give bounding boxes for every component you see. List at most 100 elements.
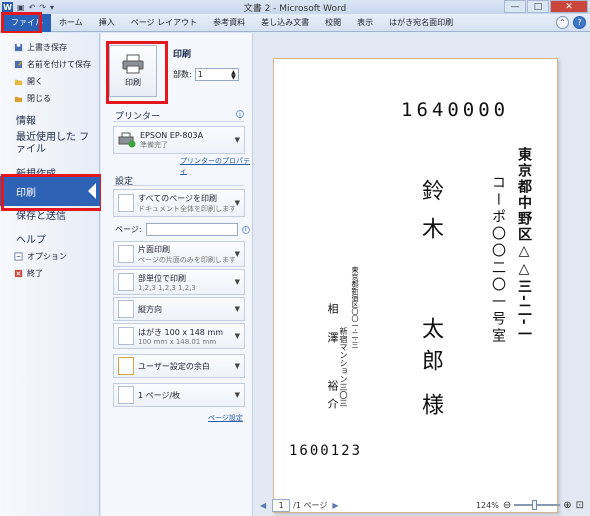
printer-dropdown[interactable]: EPSON EP-803A 準備完了 ▼ [113, 126, 245, 154]
print-range-label: すべてのページを印刷 [138, 193, 217, 203]
word-app-icon[interactable]: W [2, 1, 13, 13]
chevron-down-icon: ▼ [234, 305, 240, 313]
close-button[interactable]: ✕ [550, 0, 588, 13]
printer-info-icon[interactable]: i [236, 110, 244, 118]
minimize-button[interactable]: — [504, 0, 526, 13]
menu-save[interactable]: 上書き保存 [0, 39, 99, 56]
pages-per-sheet-dropdown[interactable]: 1 ページ/枚 ▼ [113, 383, 245, 407]
postcard-preview: 1640000 東京都中野区△△三-二-一 コーポ〇〇二〇一号室 鈴木 太郎 様… [273, 58, 558, 513]
copies-row: 部数: 1 ▲ ▼ [173, 68, 239, 81]
paper-size-dropdown[interactable]: はがき 100 x 148 mm 100 mm x 148.01 mm ▼ [113, 323, 245, 349]
pages-input[interactable] [145, 223, 238, 236]
tab-home[interactable]: ホーム [51, 14, 91, 32]
zoom-slider[interactable] [514, 500, 561, 510]
highlight-print-button [106, 41, 168, 104]
collate-dropdown[interactable]: 部単位で印刷 1,2,3 1,2,3 1,2,3 ▼ [113, 269, 245, 295]
preview-navigation-bar: ◀ 1 /1 ページ ▶ 124% ⊖ ⊕ ⊡ [254, 494, 590, 516]
zoom-out-icon[interactable]: ⊖ [503, 500, 511, 511]
menu-close-label: 閉じる [27, 94, 51, 103]
copies-value: 1 [197, 70, 203, 79]
page-number-input[interactable]: 1 [272, 498, 291, 512]
print-heading: 印刷 [173, 50, 192, 60]
zoom-level: 124% [475, 500, 499, 510]
menu-exit[interactable]: 終了 [0, 265, 100, 282]
page-setup-link[interactable]: ページ設定 [208, 413, 243, 423]
divider [113, 185, 244, 186]
tab-insert[interactable]: 挿入 [91, 14, 123, 32]
sides-label: 片面印刷 [138, 244, 170, 254]
margins-dropdown[interactable]: ユーザー設定の余白 ▼ [113, 354, 245, 378]
sides-desc: ページの片面のみを印刷します [138, 255, 235, 264]
open-folder-icon [14, 79, 23, 86]
chevron-down-icon: ▼ [234, 199, 240, 207]
divider [113, 121, 244, 122]
tab-postcard-address[interactable]: はがき宛名面印刷 [381, 14, 461, 32]
orientation-label: 縦方向 [138, 304, 162, 314]
sides-dropdown[interactable]: 片面印刷 ページの片面のみを印刷します ▼ [113, 241, 245, 267]
chevron-down-icon: ▼ [234, 136, 240, 144]
options-icon [14, 252, 23, 261]
highlight-print-menu [1, 174, 103, 211]
recipient-surname: 鈴木 [418, 179, 443, 255]
print-range-desc: ドキュメント全体を印刷します [138, 204, 235, 213]
help-icon[interactable]: ? [573, 16, 586, 29]
window-controls: — □ ✕ [504, 0, 588, 13]
honorific: 様 [418, 393, 443, 415]
paper-size-desc: 100 mm x 148.01 mm [138, 337, 217, 346]
window-title: 文書 2 - Microsoft Word [243, 4, 347, 14]
orientation-dropdown[interactable]: 縦方向 ▼ [113, 297, 245, 321]
margins-label: ユーザー設定の余白 [138, 361, 210, 371]
tab-page-layout[interactable]: ページ レイアウト [123, 14, 205, 32]
print-settings-panel: 印刷 印刷 部数: 1 ▲ ▼ プリンター i EPSON EP-803A 準備完… [101, 33, 253, 516]
pages-info-icon[interactable]: i [241, 225, 250, 234]
menu-recent[interactable]: 最近使用した ファイル [0, 128, 90, 160]
printer-name: EPSON EP-803A [140, 130, 204, 140]
menu-close[interactable]: 閉じる [0, 90, 99, 107]
tab-references[interactable]: 参考資料 [205, 14, 253, 32]
menu-open-label: 開く [27, 77, 43, 86]
printer-small-icon [118, 132, 136, 148]
pages-per-sheet-label: 1 ページ/枚 [138, 390, 181, 400]
qat-customize-icon[interactable]: ▾ [50, 3, 54, 12]
title-bar: W ▣ ↶ ↷ ▾ 文書 2 - Microsoft Word — □ ✕ [0, 0, 590, 14]
menu-save-label: 上書き保存 [27, 43, 67, 52]
recipient-postal-code: 1640000 [401, 99, 510, 121]
tab-mailings[interactable]: 差し込み文書 [253, 14, 317, 32]
zoom-in-icon[interactable]: ⊕ [563, 500, 571, 511]
print-range-dropdown[interactable]: すべてのページを印刷 ドキュメント全体を印刷します ▼ [113, 189, 245, 217]
sender-postal-code: 1600123 [289, 443, 363, 459]
spin-arrows-icon[interactable]: ▲ ▼ [231, 69, 236, 80]
menu-help[interactable]: ヘルプ [0, 230, 100, 247]
copies-stepper[interactable]: 1 ▲ ▼ [194, 68, 239, 81]
recipient-given-name: 太郎 [418, 317, 443, 381]
menu-save-as-label: 名前を付けて保存 [27, 60, 91, 69]
zoom-slider-thumb[interactable] [532, 500, 538, 510]
zoom-to-page-icon[interactable]: ⊡ [576, 500, 584, 511]
tab-review[interactable]: 校閲 [317, 14, 349, 32]
next-page-icon[interactable]: ▶ [332, 501, 338, 510]
qat-redo-icon[interactable]: ↷ [39, 3, 46, 12]
pages-per-sheet-icon [118, 386, 134, 404]
ribbon-collapse-icon[interactable]: ⌃ [556, 16, 569, 29]
copies-label: 部数: [173, 70, 192, 79]
qat-undo-icon[interactable]: ↶ [29, 3, 36, 12]
margins-icon [118, 357, 134, 375]
sender-address-line1: 東京都新宿区〇〇一-二-三 [351, 266, 359, 348]
qat-save-icon[interactable]: ▣ [17, 3, 25, 12]
save-icon [14, 43, 23, 52]
collate-label: 部単位で印刷 [138, 273, 186, 283]
sender-given-name: 裕介 [326, 380, 339, 416]
menu-open[interactable]: 開く [0, 73, 99, 90]
ribbon-tabs: ファイル ホーム 挿入 ページ レイアウト 参考資料 差し込み文書 校閲 表示 … [0, 13, 590, 32]
menu-options[interactable]: オプション [0, 248, 100, 265]
pages-icon [118, 194, 134, 212]
pages-label: ページ: [115, 225, 142, 234]
prev-page-icon[interactable]: ◀ [260, 501, 266, 510]
maximize-button[interactable]: □ [527, 0, 549, 13]
tab-view[interactable]: 表示 [349, 14, 381, 32]
one-sided-icon [118, 245, 134, 263]
printer-properties-link[interactable]: プリンターのプロパティ [180, 156, 252, 176]
menu-save-as[interactable]: 名前を付けて保存 [0, 56, 99, 73]
chevron-down-icon: ▼ [234, 362, 240, 370]
menu-info[interactable]: 情報 [0, 111, 99, 128]
